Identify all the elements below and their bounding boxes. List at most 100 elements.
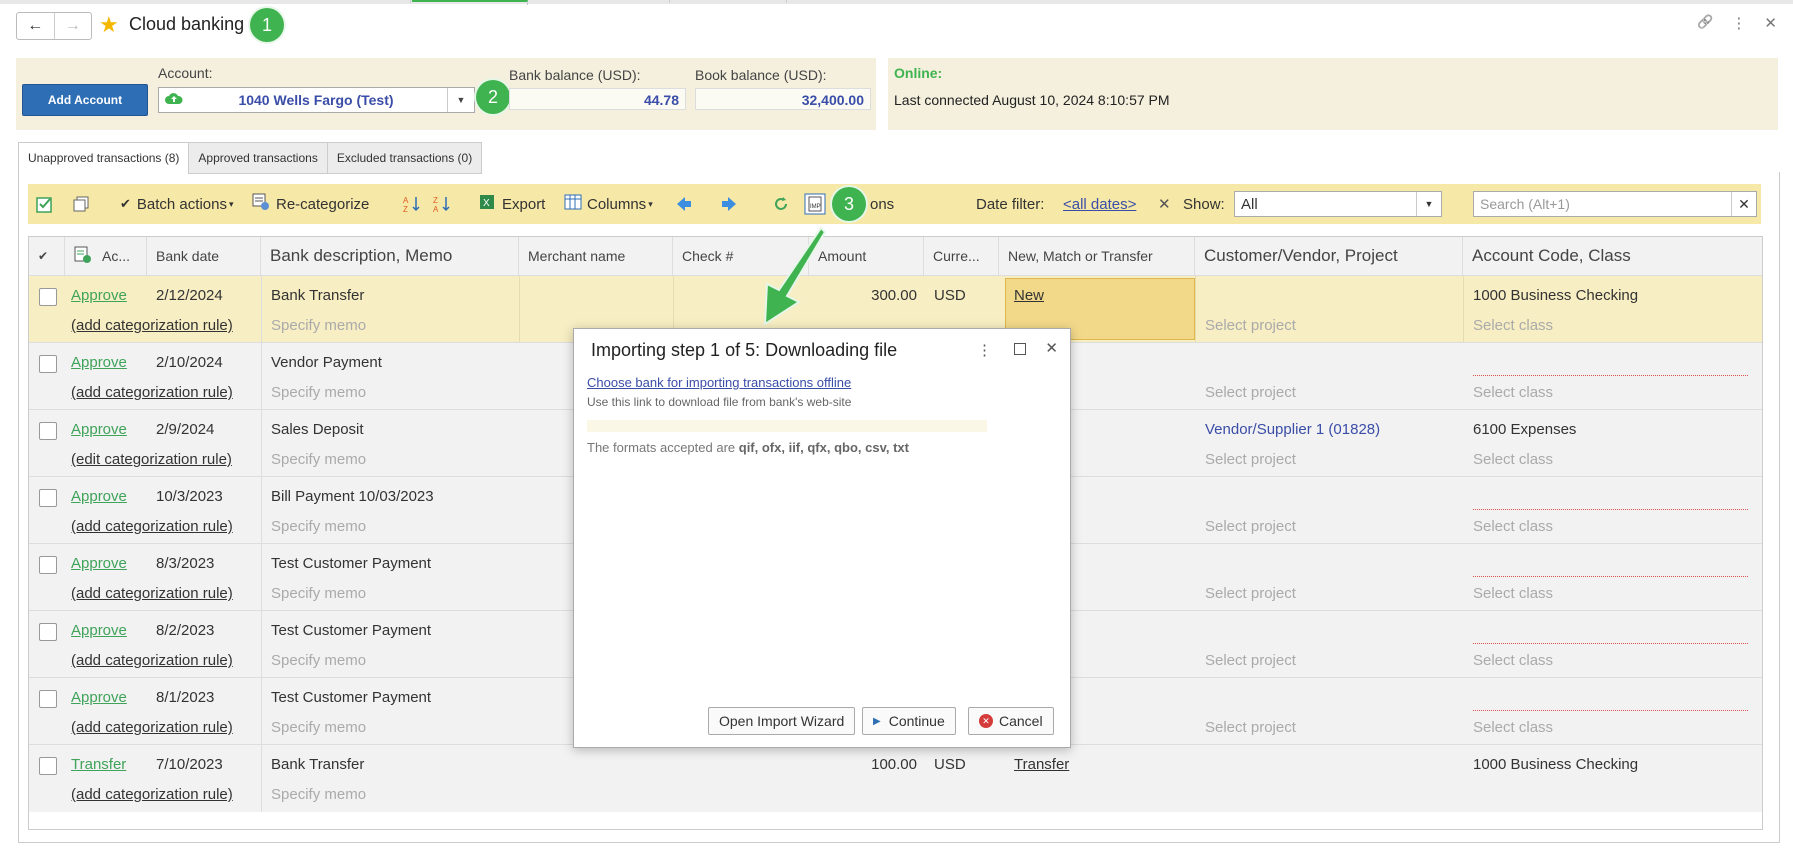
select-all-icon[interactable] xyxy=(36,184,54,224)
customer-vendor[interactable]: Vendor/Supplier 1 (01828) xyxy=(1205,421,1380,438)
row-checkbox[interactable] xyxy=(39,422,57,440)
add-account-button[interactable]: Add Account xyxy=(22,84,148,116)
categorization-rule-link[interactable]: (edit categorization rule) xyxy=(71,451,232,468)
approve-link[interactable]: Transfer xyxy=(71,756,126,773)
select-project[interactable]: Select project xyxy=(1205,384,1296,401)
column-header-customer[interactable]: Customer/Vendor, Project xyxy=(1195,237,1463,275)
next-arrow-icon[interactable] xyxy=(720,184,738,224)
memo-input[interactable]: Specify memo xyxy=(271,719,366,736)
approve-link[interactable]: Approve xyxy=(71,622,127,639)
categorization-rule-link[interactable]: (add categorization rule) xyxy=(71,719,233,736)
memo-input[interactable]: Specify memo xyxy=(271,518,366,535)
row-checkbox[interactable] xyxy=(39,288,57,306)
categorization-rule-link[interactable]: (add categorization rule) xyxy=(71,518,233,535)
clear-search-icon[interactable]: ✕ xyxy=(1731,192,1756,216)
sort-descending-icon[interactable]: ZA xyxy=(432,184,452,224)
approve-link[interactable]: Approve xyxy=(71,354,127,371)
account-select[interactable]: 1040 Wells Fargo (Test) ▼ xyxy=(158,87,475,113)
tab-unapproved[interactable]: Unapproved transactions (8) xyxy=(18,142,190,174)
categorization-rule-link[interactable]: (add categorization rule) xyxy=(71,652,233,669)
row-checkbox[interactable] xyxy=(39,757,57,775)
search-input[interactable]: Search (Alt+1) ✕ xyxy=(1473,191,1757,217)
row-checkbox[interactable] xyxy=(39,690,57,708)
show-select[interactable]: All ▼ xyxy=(1234,191,1442,217)
approve-link[interactable]: Approve xyxy=(71,287,127,304)
choose-bank-link[interactable]: Choose bank for importing transactions o… xyxy=(587,375,851,390)
refresh-icon[interactable] xyxy=(772,184,790,224)
export-button[interactable]: X Export xyxy=(479,184,545,224)
import-file-icon[interactable]: IMP xyxy=(804,184,826,224)
tab-approved[interactable]: Approved transactions xyxy=(188,142,328,174)
row-checkbox[interactable] xyxy=(39,556,57,574)
account-code[interactable]: 1000 Business Checking xyxy=(1473,756,1638,773)
previous-arrow-icon[interactable] xyxy=(675,184,693,224)
chevron-down-icon[interactable]: ▼ xyxy=(1416,192,1441,216)
approve-link[interactable]: Approve xyxy=(71,555,127,572)
continue-button[interactable]: ▶ Continue xyxy=(862,707,956,735)
column-header-currency[interactable]: Curre... xyxy=(924,237,999,275)
batch-actions-button[interactable]: ✔ Batch actions ▾ xyxy=(120,184,234,224)
select-project[interactable]: Select project xyxy=(1205,719,1296,736)
match-link[interactable]: Transfer xyxy=(1014,756,1069,773)
maximize-icon[interactable] xyxy=(1014,343,1026,355)
memo-input[interactable]: Specify memo xyxy=(271,652,366,669)
favorite-star-icon[interactable]: ★ xyxy=(99,12,119,38)
memo-input[interactable]: Specify memo xyxy=(271,451,366,468)
memo-input[interactable]: Specify memo xyxy=(271,317,366,334)
actions-label-partial[interactable]: ons xyxy=(870,184,894,224)
column-header-bank-description[interactable]: Bank description, Memo xyxy=(261,237,519,275)
row-checkbox[interactable] xyxy=(39,489,57,507)
approve-link[interactable]: Approve xyxy=(71,488,127,505)
select-class[interactable]: Select class xyxy=(1473,719,1553,736)
select-class[interactable]: Select class xyxy=(1473,652,1553,669)
memo-input[interactable]: Specify memo xyxy=(271,585,366,602)
select-project[interactable]: Select project xyxy=(1205,317,1296,334)
column-header-check[interactable]: ✔ xyxy=(29,237,65,275)
close-icon[interactable]: ✕ xyxy=(1764,14,1777,32)
tab-excluded[interactable]: Excluded transactions (0) xyxy=(326,142,483,174)
more-icon[interactable]: ⋮ xyxy=(1731,14,1746,32)
categorization-rule-link[interactable]: (add categorization rule) xyxy=(71,786,233,803)
memo-input[interactable]: Specify memo xyxy=(271,786,366,803)
select-class[interactable]: Select class xyxy=(1473,585,1553,602)
memo-input[interactable]: Specify memo xyxy=(271,384,366,401)
column-header-account-code[interactable]: Account Code, Class xyxy=(1463,237,1762,275)
row-checkbox[interactable] xyxy=(39,623,57,641)
chevron-down-icon[interactable]: ▼ xyxy=(447,88,474,112)
column-header-bank-date[interactable]: Bank date xyxy=(147,237,261,275)
select-project[interactable]: Select project xyxy=(1205,652,1296,669)
select-class[interactable]: Select class xyxy=(1473,384,1553,401)
file-drop-area[interactable] xyxy=(587,420,987,432)
select-project[interactable]: Select project xyxy=(1205,451,1296,468)
dialog-close-icon[interactable]: ✕ xyxy=(1045,339,1058,357)
select-class[interactable]: Select class xyxy=(1473,518,1553,535)
row-checkbox[interactable] xyxy=(39,355,57,373)
account-code[interactable]: 1000 Business Checking xyxy=(1473,287,1638,304)
clear-date-filter-icon[interactable]: ✕ xyxy=(1158,184,1171,224)
back-button[interactable]: ← xyxy=(17,13,55,39)
columns-button[interactable]: Columns ▾ xyxy=(564,184,653,224)
sort-ascending-icon[interactable]: AZ xyxy=(402,184,422,224)
recategorize-button[interactable]: Re-categorize xyxy=(252,184,369,224)
select-project[interactable]: Select project xyxy=(1205,585,1296,602)
copy-icon[interactable] xyxy=(72,184,90,224)
table-row[interactable]: Transfer (add categorization rule) 7/10/20… xyxy=(29,744,1762,812)
match-link[interactable]: New xyxy=(1014,287,1044,304)
dialog-more-icon[interactable]: ⋮ xyxy=(977,341,992,359)
categorization-rule-link[interactable]: (add categorization rule) xyxy=(71,384,233,401)
categorization-rule-link[interactable]: (add categorization rule) xyxy=(71,585,233,602)
account-code[interactable]: 6100 Expenses xyxy=(1473,421,1576,438)
column-header-actions[interactable]: Ac... xyxy=(65,237,147,275)
select-class[interactable]: Select class xyxy=(1473,317,1553,334)
cancel-button[interactable]: ✕ Cancel xyxy=(968,707,1054,735)
open-import-wizard-button[interactable]: Open Import Wizard xyxy=(708,707,856,735)
column-header-match[interactable]: New, Match or Transfer xyxy=(999,237,1195,275)
select-project[interactable]: Select project xyxy=(1205,518,1296,535)
link-icon[interactable]: 🔗 xyxy=(1697,14,1713,32)
approve-link[interactable]: Approve xyxy=(71,421,127,438)
column-header-merchant[interactable]: Merchant name xyxy=(519,237,673,275)
date-filter-link[interactable]: <all dates> xyxy=(1063,184,1136,224)
categorization-rule-link[interactable]: (add categorization rule) xyxy=(71,317,233,334)
select-class[interactable]: Select class xyxy=(1473,451,1553,468)
forward-button[interactable]: → xyxy=(55,13,92,39)
